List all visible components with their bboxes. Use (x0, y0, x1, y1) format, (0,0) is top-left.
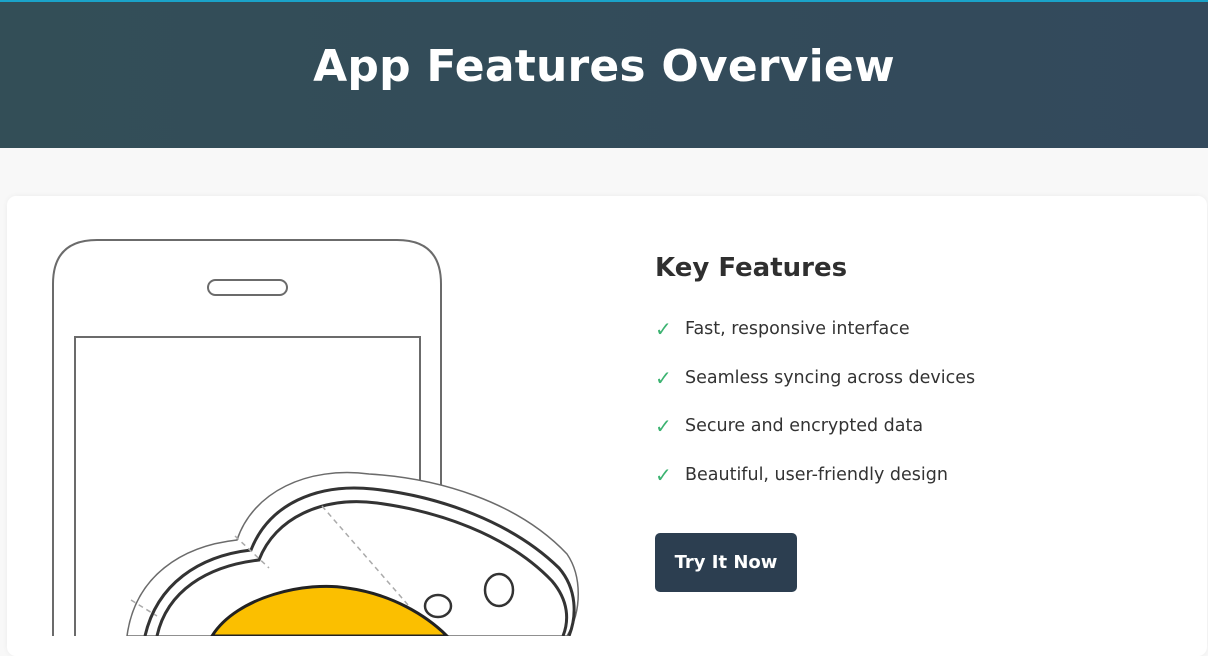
check-icon: ✓ (655, 317, 672, 341)
check-icon: ✓ (655, 365, 672, 390)
check-icon: ✓ (655, 462, 672, 487)
list-item: ✓ Seamless syncing across devices (655, 365, 975, 414)
page-header: App Features Overview (0, 2, 1208, 148)
list-item: ✓ Secure and encrypted data (655, 413, 975, 462)
check-icon: ✓ (655, 414, 672, 438)
list-item: ✓ Beautiful, user-friendly design (655, 462, 975, 511)
page-title: App Features Overview (313, 40, 895, 92)
cloud-icon (126, 471, 579, 636)
feature-text: Secure and encrypted data (685, 416, 924, 436)
features-heading: Key Features (655, 253, 848, 283)
feature-card: Key Features ✓ Fast, responsive interfac… (7, 196, 1207, 656)
feature-text: Beautiful, user-friendly design (685, 464, 948, 485)
feature-list: ✓ Fast, responsive interface ✓ Seamless … (655, 316, 975, 510)
phone-cloud-illustration (52, 239, 579, 636)
try-it-now-button[interactable]: Try It Now (655, 533, 797, 592)
list-item: ✓ Fast, responsive interface (655, 316, 975, 365)
feature-text: Fast, responsive interface (685, 319, 910, 339)
feature-text: Seamless syncing across devices (685, 367, 976, 388)
